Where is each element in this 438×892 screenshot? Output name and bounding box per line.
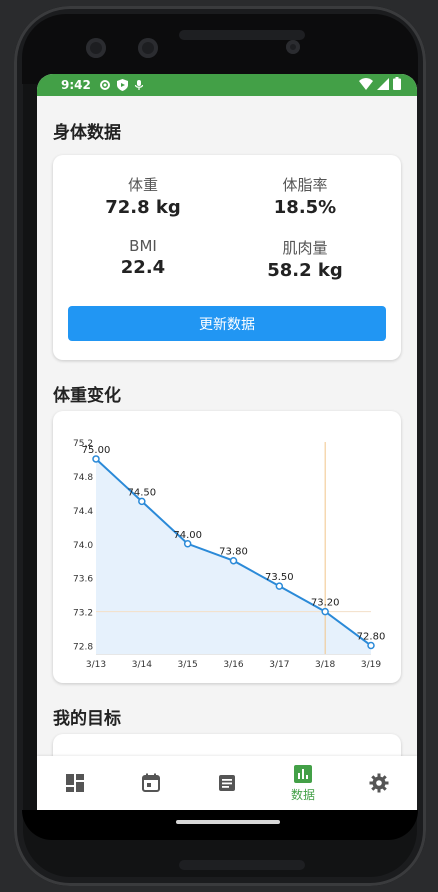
stat-muscle-value: 58.2 kg [267,260,343,281]
stat-weight: 体重 72.8 kg [63,174,223,218]
data-point [367,641,375,650]
data-point [92,455,100,463]
x-tick-label: 3/15 [178,660,198,670]
front-camera-icon [86,38,106,58]
home-indicator[interactable] [176,820,280,824]
status-time: 9:42 [61,78,91,92]
data-label: 73.20 [311,598,340,609]
stat-weight-label: 体重 [127,176,158,194]
nav-records[interactable] [189,756,265,810]
nav-settings[interactable] [341,756,417,810]
phone-chin [22,810,418,840]
body-stats-card: 体重 72.8 kg 体脂率 18.5% BMI 22.4 肌肉量 58.2 k… [53,155,401,360]
x-tick-label: 3/13 [86,660,106,670]
data-label: 74.50 [128,487,157,498]
status-bar: 9:42 [37,74,417,96]
mic-status-icon [134,80,143,90]
dashboard-icon [66,774,84,792]
stat-weight-value: 72.8 kg [105,197,181,218]
settings-status-icon [99,80,110,90]
bottom-speaker [179,860,305,870]
y-tick-label: 74.8 [73,473,93,483]
nav-calendar[interactable] [113,756,189,810]
stat-bmi-label: BMI [129,237,157,255]
data-point [183,540,192,548]
proximity-sensor-icon [286,40,300,54]
gear-icon [369,773,389,793]
data-label: 73.80 [219,547,248,558]
x-tick-label: 3/16 [223,660,243,670]
data-point [138,497,146,506]
signal-icon [377,77,389,90]
nav-data[interactable]: 数据 [265,756,341,810]
front-sensor-icon [138,38,158,58]
x-tick-label: 3/14 [132,660,152,670]
y-tick-label: 73.6 [73,575,93,585]
battery-icon [393,77,401,90]
y-tick-label: 74.0 [73,541,93,551]
nav-data-label: 数据 [290,787,315,802]
stat-muscle: 肌肉量 58.2 kg [225,237,385,281]
stat-body-fat-label: 体脂率 [282,176,328,194]
bar-chart-icon [294,764,312,783]
y-tick-label: 73.2 [73,609,93,619]
shield-status-icon [116,79,128,91]
stat-muscle-label: 肌肉量 [282,239,328,257]
weight-chart-card: 75.2 74.8 74.4 74.0 73.6 73.2 72.8 3/13 3/14 3/15… [53,411,401,683]
x-tick-label: 3/18 [315,660,335,670]
stat-body-fat: 体脂率 18.5% [225,174,385,218]
y-tick-label: 72.8 [73,643,93,653]
wifi-icon [359,77,373,90]
x-tick-label: 3/17 [269,660,289,670]
data-label: 73.50 [265,572,294,583]
update-data-button[interactable]: 更新数据 [68,306,386,341]
data-label: 72.80 [357,632,386,643]
data-point [275,582,284,590]
earpiece-speaker [179,30,305,40]
page-title: 身体数据 [53,123,121,143]
calendar-icon [142,773,160,792]
nav-dashboard[interactable] [37,756,113,810]
weight-line-chart[interactable]: 75.274.874.474.073.673.272.83/13 3/14 3/15… [53,411,401,683]
stat-body-fat-value: 18.5% [273,197,337,218]
app-screen: 9:42 身体数据 体重 72.8 kg 体脂率 18.5% BMI 22.4 … [37,74,417,810]
weight-section-title: 体重变化 [53,386,121,406]
x-tick-label: 3/19 [361,660,381,670]
document-icon [219,775,235,791]
data-label: 74.00 [173,530,202,541]
data-point [229,556,238,565]
data-label: 75.00 [82,445,111,456]
stat-bmi: BMI 22.4 [63,237,223,278]
goals-section-title: 我的目标 [53,709,121,729]
data-point [321,607,329,616]
stat-bmi-value: 22.4 [120,257,166,278]
bottom-navigation: 数据 [37,756,417,810]
y-tick-label: 74.4 [73,507,93,517]
